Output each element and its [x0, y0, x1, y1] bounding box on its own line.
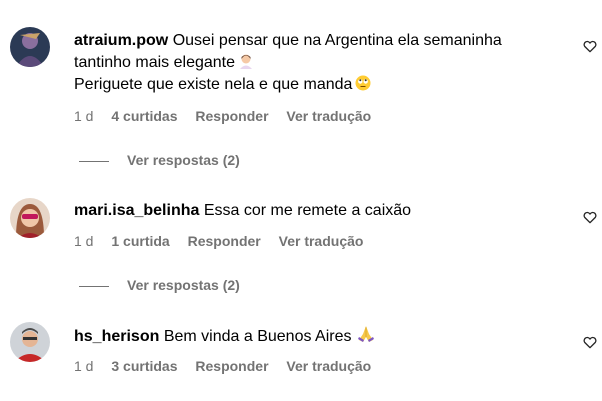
comment-meta: 1 d 4 curtidas Responder Ver tradução — [74, 107, 385, 125]
username[interactable]: atraium.pow — [74, 32, 168, 49]
folded-hands-emoji-icon — [357, 325, 375, 343]
view-replies-label: Ver respostas (2) — [127, 152, 240, 168]
reply-button[interactable]: Responder — [195, 108, 268, 124]
heart-icon[interactable] — [582, 334, 598, 350]
heart-icon[interactable] — [582, 38, 598, 54]
view-replies-button[interactable]: Ver respostas (2) — [79, 276, 240, 294]
comment-line: Ousei pensar que na Argentina ela semani… — [172, 32, 502, 49]
face-rolling-eyes-emoji-icon — [355, 75, 371, 91]
comment-text: hs_herison Bem vinda a Buenos Aires — [74, 325, 562, 348]
reply-button[interactable]: Responder — [195, 358, 268, 374]
timestamp[interactable]: 1 d — [74, 358, 93, 374]
likes-count[interactable]: 3 curtidas — [111, 358, 177, 374]
likes-count[interactable]: 1 curtida — [111, 233, 169, 249]
timestamp[interactable]: 1 d — [74, 233, 93, 249]
comment-line: Bem vinda a Buenos Aires — [163, 328, 352, 345]
view-replies-button[interactable]: Ver respostas (2) — [79, 151, 240, 169]
likes-count[interactable]: 4 curtidas — [111, 108, 177, 124]
translate-button[interactable]: Ver tradução — [286, 108, 371, 124]
comment-meta: 1 d 1 curtida Responder Ver tradução — [74, 232, 377, 250]
avatar[interactable] — [10, 198, 50, 238]
comment-text: mari.isa_belinha Essa cor me remete a ca… — [74, 200, 562, 222]
comment-text: atraium.pow Ousei pensar que na Argentin… — [74, 30, 562, 96]
divider — [79, 285, 109, 287]
comment-meta: 1 d 3 curtidas Responder Ver tradução — [74, 357, 385, 375]
woman-tipping-hand-emoji-icon — [238, 53, 254, 69]
comment-line: tantinho mais elegante — [74, 54, 235, 71]
translate-button[interactable]: Ver tradução — [279, 233, 364, 249]
avatar[interactable] — [10, 322, 50, 362]
username[interactable]: hs_herison — [74, 328, 159, 345]
avatar[interactable] — [10, 27, 50, 67]
divider — [79, 160, 109, 162]
timestamp[interactable]: 1 d — [74, 108, 93, 124]
view-replies-label: Ver respostas (2) — [127, 277, 240, 293]
reply-button[interactable]: Responder — [188, 233, 261, 249]
comment-line: Essa cor me remete a caixão — [203, 202, 412, 219]
comment-line: Periguete que existe nela e que manda — [74, 76, 353, 93]
heart-icon[interactable] — [582, 209, 598, 225]
translate-button[interactable]: Ver tradução — [286, 358, 371, 374]
username[interactable]: mari.isa_belinha — [74, 202, 199, 219]
